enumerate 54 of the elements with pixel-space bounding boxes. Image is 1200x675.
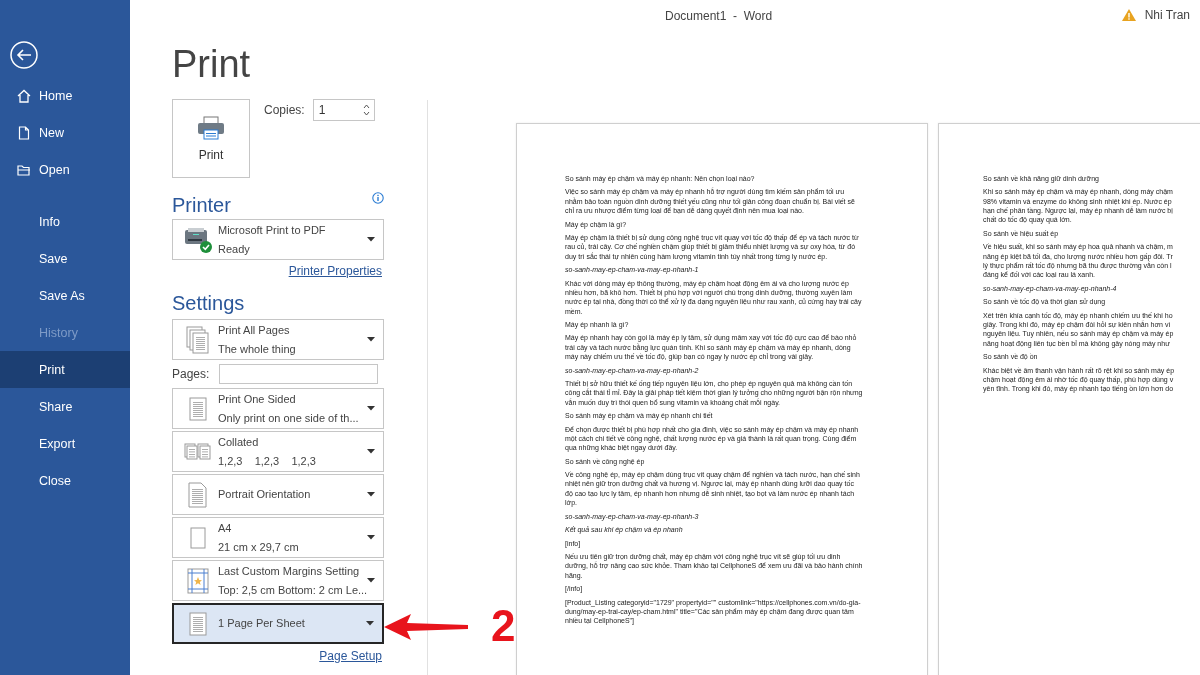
caret-icon bbox=[367, 535, 375, 540]
document-icon bbox=[17, 125, 31, 140]
setting-dropdown[interactable]: Portrait Orientation bbox=[172, 474, 384, 515]
portrait-page-icon bbox=[187, 481, 208, 508]
setting-dropdown[interactable]: Print One Sided Only print on one side of th... bbox=[172, 388, 384, 429]
pages-field[interactable] bbox=[219, 364, 379, 384]
settings-heading: Settings bbox=[172, 291, 246, 316]
nav-item[interactable]: Share bbox=[0, 388, 130, 425]
setting-dropdown[interactable]: 1 Page Per Sheet bbox=[172, 603, 384, 644]
setting-dropdown[interactable]: Print All Pages The whole thing bbox=[172, 319, 384, 360]
nav-item[interactable]: Save As bbox=[0, 277, 130, 314]
nav-item[interactable]: Info bbox=[0, 203, 130, 240]
home-icon bbox=[17, 88, 31, 103]
nav-item[interactable]: Open bbox=[0, 151, 130, 188]
print-button[interactable]: Print bbox=[172, 99, 250, 178]
page-stack-icon bbox=[185, 325, 210, 354]
copies-field[interactable]: 1 bbox=[312, 99, 375, 121]
window-title: Document1 - Word bbox=[665, 9, 773, 23]
caret-icon bbox=[367, 492, 375, 497]
setting-dropdown[interactable]: Last Custom Margins Setting Top: 2,5 cm Bottom: 2 cm Le... bbox=[172, 560, 384, 601]
page-setup-link[interactable]: Page Setup bbox=[319, 649, 382, 663]
caret-icon bbox=[366, 621, 374, 626]
back-button[interactable] bbox=[9, 40, 39, 70]
user-name[interactable]: Nhi Tran bbox=[1144, 8, 1190, 22]
warning-icon bbox=[1120, 8, 1137, 22]
nav-item[interactable]: Print bbox=[0, 351, 130, 388]
nav-item[interactable]: Home bbox=[0, 77, 130, 114]
collated-pages-icon bbox=[183, 442, 212, 461]
caret-icon bbox=[367, 237, 375, 242]
pages-label: Pages: bbox=[172, 366, 210, 383]
printer-heading: Printer bbox=[172, 193, 231, 218]
copies-label: Copies: bbox=[264, 102, 305, 119]
nav-item[interactable]: Export bbox=[0, 425, 130, 462]
step-number: 2 bbox=[491, 602, 516, 650]
info-icon bbox=[372, 192, 384, 204]
setting-dropdown[interactable]: Collated 1,2,3 1,2,3 1,2,3 bbox=[172, 431, 384, 472]
margins-page-icon bbox=[186, 567, 209, 594]
folder-icon bbox=[17, 162, 31, 177]
caret-icon bbox=[367, 406, 375, 411]
nav-item[interactable]: Close bbox=[0, 462, 130, 499]
blank-page-icon bbox=[189, 526, 206, 549]
printer-dropdown[interactable]: Microsoft Print to PDF Ready bbox=[172, 219, 384, 260]
printer-icon bbox=[197, 115, 225, 140]
page-heading: Print bbox=[172, 42, 252, 87]
page-icon bbox=[188, 611, 207, 636]
printer-properties-link[interactable]: Printer Properties bbox=[288, 264, 382, 278]
nav-item[interactable]: Save bbox=[0, 240, 130, 277]
caret-icon bbox=[367, 578, 376, 583]
spinner-icon bbox=[362, 103, 370, 117]
nav-item[interactable]: New bbox=[0, 114, 130, 151]
caret-icon bbox=[367, 337, 375, 342]
caret-icon bbox=[367, 449, 375, 454]
page-icon bbox=[188, 396, 207, 421]
setting-dropdown[interactable]: A4 21 cm x 29,7 cm bbox=[172, 517, 384, 558]
